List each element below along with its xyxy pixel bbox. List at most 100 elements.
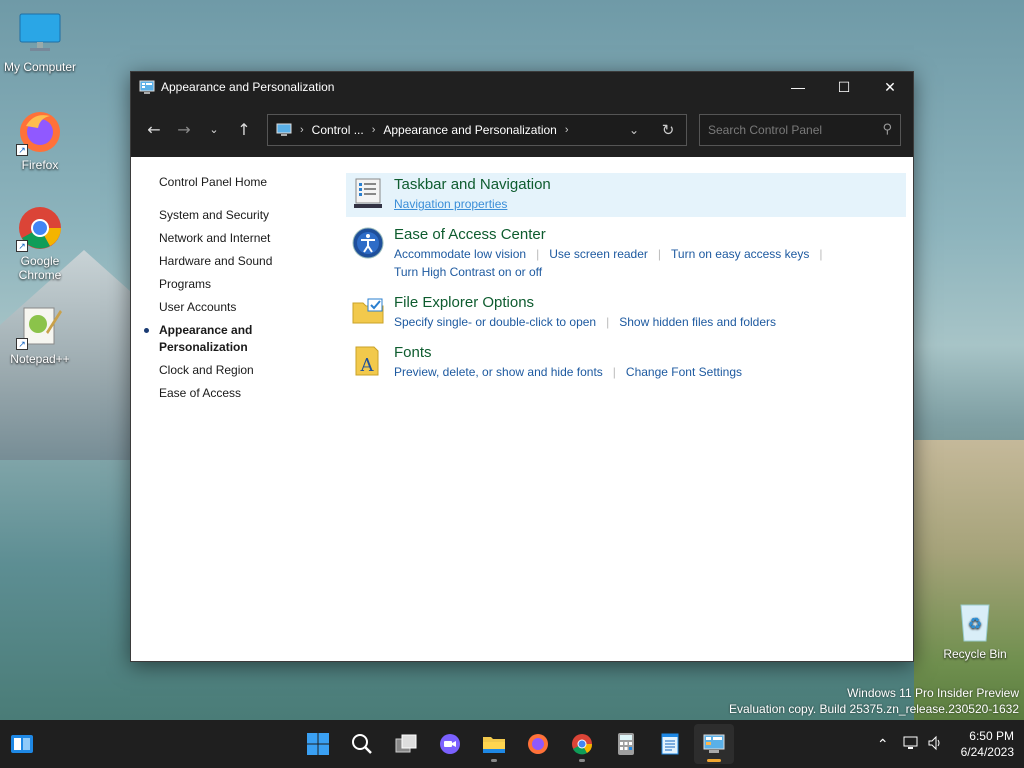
desktop-icon-chrome[interactable]: ↗ Google Chrome [0, 204, 80, 282]
desktop-icon-my-computer[interactable]: My Computer [0, 10, 80, 74]
chrome-icon [572, 734, 593, 755]
link-change-font-settings[interactable]: Change Font Settings [626, 363, 742, 381]
system-tray: ⌃ 6:50 PM 6/24/2023 [877, 720, 1014, 768]
task-view-icon [395, 734, 417, 753]
svg-text:A: A [360, 355, 375, 376]
sidebar-item-system-security[interactable]: System and Security [159, 204, 329, 227]
link-hidden-files[interactable]: Show hidden files and folders [619, 313, 776, 331]
breadcrumb-appearance[interactable]: Appearance and Personalization [383, 123, 556, 137]
folder-options-icon [352, 298, 384, 324]
category-title[interactable]: File Explorer Options [394, 293, 776, 313]
desktop-icon-label: My Computer [3, 60, 77, 74]
taskbar: ⌃ 6:50 PM 6/24/2023 [0, 720, 1024, 768]
link-divider: | [657, 247, 662, 261]
search-taskbar-button[interactable] [342, 724, 382, 764]
search-input[interactable] [708, 122, 883, 137]
sidebar-item-hardware[interactable]: Hardware and Sound [159, 250, 329, 273]
category-title[interactable]: Taskbar and Navigation [394, 175, 551, 195]
taskbar-icon [354, 178, 382, 208]
desktop-icon-firefox[interactable]: ↗ Firefox [0, 108, 80, 172]
category-title[interactable]: Fonts [394, 343, 742, 363]
control-panel-icon [703, 734, 725, 753]
sidebar-item-home[interactable]: Control Panel Home [159, 171, 329, 194]
wallpaper-field [914, 440, 1024, 720]
link-single-double-click[interactable]: Specify single- or double-click to open [394, 313, 596, 331]
link-screen-reader[interactable]: Use screen reader [549, 245, 648, 263]
windows-logo-icon [307, 733, 329, 755]
desktop-icon-notepadpp[interactable]: ↗ Notepad++ [0, 302, 80, 366]
notepad-button[interactable] [650, 724, 690, 764]
evaluation-watermark: Windows 11 Pro Insider Preview Evaluatio… [729, 685, 1019, 717]
close-button[interactable]: ✕ [867, 72, 913, 102]
address-bar[interactable]: › Control ... › Appearance and Personali… [267, 113, 687, 146]
ease-of-access-icon [352, 227, 384, 259]
up-button[interactable]: ↑ [229, 115, 259, 145]
window-title: Appearance and Personalization [161, 80, 335, 94]
teams-button[interactable] [430, 724, 470, 764]
chevron-up-icon[interactable]: ⌃ [877, 736, 889, 753]
link-navigation-properties[interactable]: Navigation properties [394, 195, 507, 213]
minimize-button[interactable]: — [775, 72, 821, 102]
link-low-vision[interactable]: Accommodate low vision [394, 245, 526, 263]
taskbar-apps [298, 720, 734, 768]
start-button[interactable] [298, 724, 338, 764]
search-box[interactable]: ⚲ [699, 113, 901, 146]
link-divider: | [819, 247, 823, 261]
widgets-icon [11, 735, 33, 753]
recent-locations-button[interactable]: ⌄ [199, 115, 229, 145]
control-panel-icon [276, 123, 292, 136]
clock[interactable]: 6:50 PM 6/24/2023 [961, 728, 1014, 760]
refresh-icon[interactable]: ↻ [650, 121, 686, 139]
volume-icon[interactable] [927, 735, 943, 754]
minimize-icon: — [791, 79, 805, 95]
maximize-icon: ☐ [837, 78, 851, 95]
monitor-icon [16, 10, 64, 58]
title-bar[interactable]: Appearance and Personalization — ☐ ✕ [131, 72, 913, 102]
breadcrumb-separator-icon[interactable]: › [565, 124, 569, 136]
arrow-left-icon: ← [147, 120, 161, 139]
maximize-button[interactable]: ☐ [821, 72, 867, 102]
back-button[interactable]: ← [139, 115, 169, 145]
task-view-button[interactable] [386, 724, 426, 764]
category-title[interactable]: Ease of Access Center [394, 225, 902, 245]
control-panel-window: Appearance and Personalization — ☐ ✕ ← →… [130, 71, 914, 662]
link-preview-fonts[interactable]: Preview, delete, or show and hide fonts [394, 363, 603, 381]
breadcrumb-separator-icon: › [371, 123, 376, 136]
forward-button[interactable]: → [169, 115, 199, 145]
link-easy-access-keys[interactable]: Turn on easy access keys [671, 245, 809, 263]
category-ease-of-access: Ease of Access Center Accommodate low vi… [346, 223, 906, 285]
search-icon[interactable]: ⚲ [882, 122, 892, 137]
chrome-taskbar-button[interactable] [562, 724, 602, 764]
sidebar: Control Panel Home System and Security N… [144, 171, 329, 405]
address-dropdown-icon[interactable]: ⌄ [618, 123, 650, 137]
network-icon[interactable] [903, 735, 919, 754]
sidebar-item-appearance[interactable]: Appearance and Personalization [144, 319, 329, 359]
link-divider: | [606, 315, 610, 329]
watermark-line: Evaluation copy. Build 25375.zn_release.… [729, 702, 1019, 716]
sidebar-item-programs[interactable]: Programs [159, 273, 329, 296]
sidebar-item-ease-of-access[interactable]: Ease of Access [159, 382, 329, 405]
running-indicator [491, 759, 497, 762]
category-taskbar: Taskbar and Navigation Navigation proper… [346, 173, 906, 217]
notepad-icon [661, 733, 679, 755]
category-fonts: A Fonts Preview, delete, or show and hid… [346, 341, 906, 385]
folder-icon [483, 737, 505, 753]
notepadpp-icon: ↗ [16, 302, 64, 350]
firefox-icon [528, 734, 548, 754]
link-high-contrast[interactable]: Turn High Contrast on or off [394, 263, 902, 281]
recycle-bin-icon: ♻ [951, 597, 999, 645]
widgets-button[interactable] [2, 724, 42, 764]
breadcrumb-control-panel[interactable]: Control ... [312, 123, 364, 137]
sidebar-item-user-accounts[interactable]: User Accounts [159, 296, 329, 319]
navigation-bar: ← → ⌄ ↑ › Control ... › Appearance and P… [131, 102, 913, 157]
calculator-button[interactable] [606, 724, 646, 764]
desktop-icon-label: Notepad++ [10, 352, 70, 366]
file-explorer-button[interactable] [474, 724, 514, 764]
desktop-icon-label: Recycle Bin [943, 647, 1007, 661]
control-panel-taskbar-button[interactable] [694, 724, 734, 764]
sidebar-item-network[interactable]: Network and Internet [159, 227, 329, 250]
desktop-icon-recycle-bin[interactable]: ♻ Recycle Bin [935, 597, 1015, 661]
sidebar-item-clock-region[interactable]: Clock and Region [159, 359, 329, 382]
firefox-taskbar-button[interactable] [518, 724, 558, 764]
content-area: Control Panel Home System and Security N… [131, 157, 913, 661]
